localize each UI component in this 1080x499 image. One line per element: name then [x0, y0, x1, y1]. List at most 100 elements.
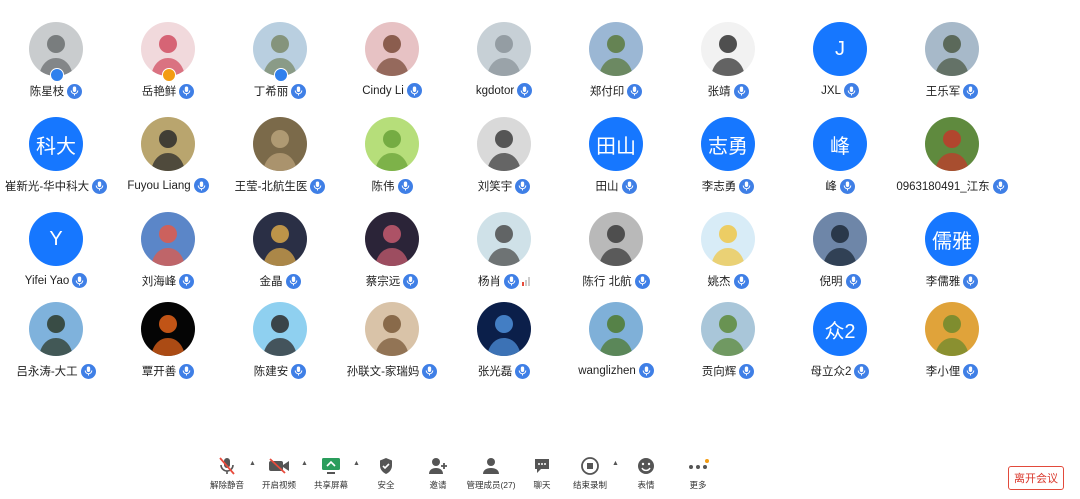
avatar: J [813, 22, 867, 76]
participant-tile[interactable]: 陈星枝 [0, 22, 112, 114]
participant-name-row: 李小俚 [876, 363, 1028, 379]
video-off-icon [268, 455, 290, 477]
avatar-photo [253, 212, 307, 266]
participant-name: 姚杰 [707, 276, 731, 288]
participant-tile[interactable]: 覃开善 [112, 302, 224, 394]
participant-tile[interactable]: 杨肖 [448, 212, 560, 304]
share-screen-button[interactable]: 共享屏幕 [312, 455, 350, 499]
participant-name: wanglizhen [578, 364, 636, 377]
participant-tile[interactable]: 孙联文-家瑞妈 [336, 302, 448, 394]
record-options-caret[interactable]: ▲ [612, 460, 619, 467]
participant-tile[interactable]: Cindy Li [336, 22, 448, 114]
avatar-photo [141, 302, 195, 356]
mic-status-icon [403, 273, 419, 289]
participant-name: 刘海峰 [141, 276, 177, 288]
participant-tile[interactable]: 儒雅 李儒雅 [896, 212, 1008, 304]
avatar [253, 302, 307, 356]
stop-recording-label: 结束录制 [572, 480, 607, 490]
participant-tile[interactable]: 岳艳鲜 [112, 22, 224, 114]
participant-tile[interactable]: 金晶 [224, 212, 336, 304]
mic-status-icon [179, 273, 195, 289]
chat-button[interactable]: 聊天 [526, 455, 558, 499]
emoji-button[interactable]: 表情 [630, 455, 662, 499]
mic-status-icon [179, 363, 195, 379]
stop-recording-button[interactable]: 结束录制 [570, 455, 610, 499]
avatar-photo [701, 302, 755, 356]
mic-status-icon [845, 273, 861, 289]
participant-name: 岳艳鲜 [141, 86, 177, 98]
avatar [589, 212, 643, 266]
avatar-initials: Y [49, 227, 63, 250]
avatar: 科大 [29, 117, 83, 171]
participant-name: 丁希丽 [253, 86, 289, 98]
participant-tile[interactable]: 0963180491_江东 [896, 117, 1008, 209]
chat-label: 聊天 [533, 480, 551, 490]
video-options-caret[interactable]: ▲ [301, 460, 308, 467]
participant-tile[interactable]: 科大 崔新光-华中科大 [0, 117, 112, 209]
participant-name-row: 0963180491_江东 [876, 178, 1028, 194]
participant-tile[interactable]: 吕永涛-大工 [0, 302, 112, 394]
participant-tile[interactable]: 田山 田山 [560, 117, 672, 209]
participant-tile[interactable]: 贡向辉 [672, 302, 784, 394]
leave-meeting-button[interactable]: 离开会议 [1008, 466, 1064, 490]
more-button[interactable]: 更多 [682, 455, 714, 499]
audio-options-caret[interactable]: ▲ [249, 460, 256, 467]
participant-name: 覃开善 [141, 366, 177, 378]
participant-tile[interactable]: 刘笑宇 [448, 117, 560, 209]
participant-tile[interactable]: Fuyou Liang [112, 117, 224, 209]
stop-record-icon [581, 455, 599, 477]
unmute-button[interactable]: 解除静音 [208, 455, 246, 499]
participant-tile[interactable]: 王莹-北航生医 [224, 117, 336, 209]
participant-tile[interactable]: 王乐军 [896, 22, 1008, 114]
participant-name: JXL [821, 84, 841, 97]
avatar [589, 22, 643, 76]
participant-tile[interactable]: 陈建安 [224, 302, 336, 394]
participant-tile[interactable]: 姚杰 [672, 212, 784, 304]
participant-tile[interactable]: 志勇 李志勇 [672, 117, 784, 209]
manage-members-button[interactable]: 管理成员(27) [464, 455, 518, 499]
participant-tile[interactable]: 张靖 [672, 22, 784, 114]
participant-tile[interactable]: J JXL [784, 22, 896, 114]
participant-tile[interactable]: 李小俚 [896, 302, 1008, 394]
mic-status-icon [179, 83, 195, 99]
avatar [477, 212, 531, 266]
more-label: 更多 [689, 480, 707, 490]
participant-tile[interactable]: 蔡宗远 [336, 212, 448, 304]
participant-tile[interactable]: 倪明 [784, 212, 896, 304]
participant-tile[interactable]: wanglizhen [560, 302, 672, 394]
avatar-photo [477, 212, 531, 266]
participant-tile[interactable]: 陈伟 [336, 117, 448, 209]
participant-grid: 陈星枝 岳艳鲜 丁希丽 Cindy Li kgdotor 郑付印 张靖 J JXL 王乐军科大 崔新… [0, 0, 1080, 440]
avatar [925, 302, 979, 356]
participant-tile[interactable]: 峰峰 [784, 117, 896, 209]
avatar [925, 117, 979, 171]
avatar-photo [925, 302, 979, 356]
avatar-photo [365, 212, 419, 266]
video-button[interactable]: 开启视频 [260, 455, 298, 499]
participant-name: 吕永涛-大工 [16, 366, 78, 378]
participant-tile[interactable]: 郑付印 [560, 22, 672, 114]
mic-status-icon [733, 83, 749, 99]
chat-icon [533, 455, 551, 477]
participant-tile[interactable]: kgdotor [448, 22, 560, 114]
mic-status-icon [406, 83, 422, 98]
mic-status-icon [733, 273, 749, 289]
share-options-caret[interactable]: ▲ [353, 460, 360, 467]
participant-tile[interactable]: 刘海峰 [112, 212, 224, 304]
participant-tile[interactable]: Y Yifei Yao [0, 212, 112, 304]
emoji-label: 表情 [637, 480, 655, 490]
participant-tile[interactable]: 陈行 北航 [560, 212, 672, 304]
participant-name: 李志勇 [701, 181, 737, 193]
avatar [701, 302, 755, 356]
participant-name: 母立众2 [810, 366, 852, 378]
participant-name: 贡向辉 [701, 366, 737, 378]
participant-tile[interactable]: 众2 母立众2 [784, 302, 896, 394]
avatar [365, 117, 419, 171]
participant-tile[interactable]: 丁希丽 [224, 22, 336, 114]
mic-status-icon [839, 178, 855, 194]
invite-button[interactable]: 邀请 [422, 455, 454, 499]
security-button[interactable]: 安全 [370, 455, 402, 499]
emoji-icon [637, 455, 655, 477]
mic-status-icon [621, 178, 637, 194]
participant-tile[interactable]: 张光磊 [448, 302, 560, 394]
